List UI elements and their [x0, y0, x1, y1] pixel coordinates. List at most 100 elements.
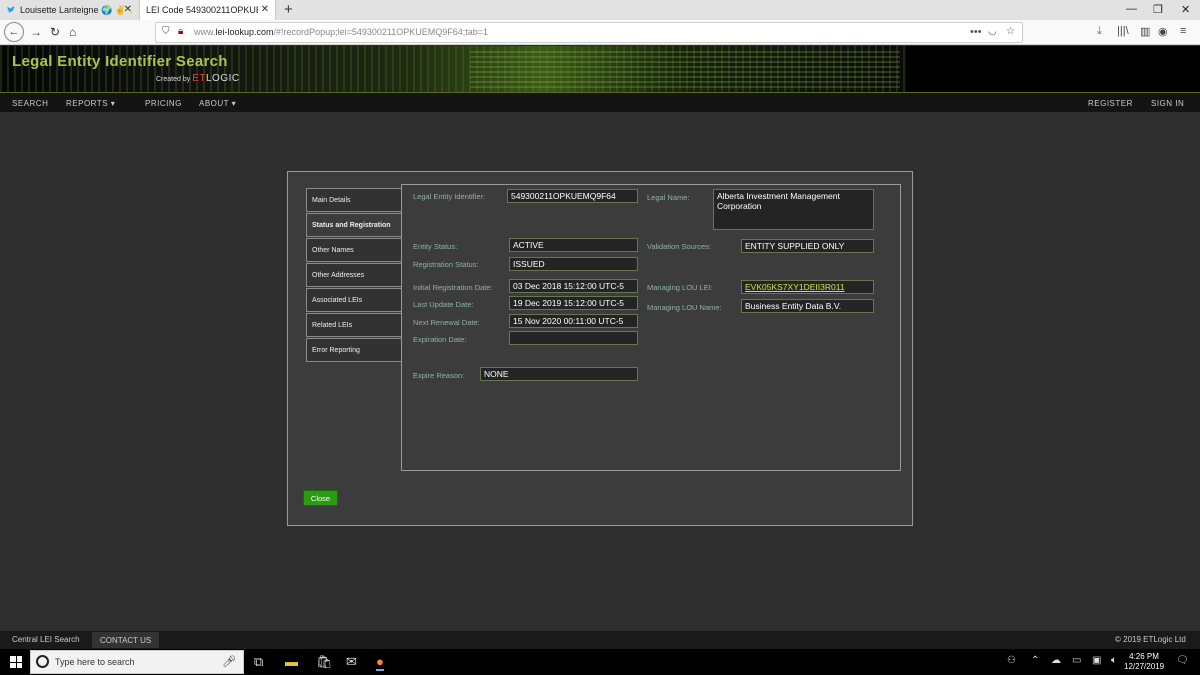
network-icon[interactable]: ▣ [1092, 655, 1101, 666]
close-icon[interactable]: ✕ [124, 4, 132, 15]
url-text: www.lei-lookup.com/#!recordPopup;lei=549… [194, 27, 489, 37]
site-creator: Created by ETLOGIC [156, 73, 240, 84]
status-registration-panel: Legal Entity Identifier: 549300211OPKUEM… [401, 184, 901, 471]
initial-registration-label: Initial Registration Date: [413, 283, 493, 292]
last-update-label: Last Update Date: [413, 300, 474, 309]
tray-chevron-up-icon[interactable]: ⌃ [1031, 655, 1039, 666]
taskbar-search-placeholder: Type here to search [55, 657, 135, 667]
validation-sources-label: Validation Sources: [647, 242, 712, 251]
nav-reports[interactable]: REPORTS ▾ [66, 99, 115, 108]
new-tab-icon[interactable]: + [284, 1, 293, 18]
more-icon[interactable]: ••• [970, 26, 982, 38]
browser-tab-bar: Louisette Lanteigne 🌍 ✌ ✨ 🍃 ♥ ✕ LEI Code… [0, 0, 1200, 20]
entity-status-field: ACTIVE [509, 238, 638, 252]
insecure-lock-icon[interactable]: 🔒︎ [178, 26, 183, 37]
tab-other-addresses[interactable]: Other Addresses [306, 263, 402, 287]
nav-about[interactable]: ABOUT ▾ [199, 99, 236, 108]
header-banner-graphic [470, 50, 900, 88]
initial-registration-field: 03 Dec 2018 15:12:00 UTC-5 [509, 279, 638, 293]
expire-reason-field: NONE [480, 367, 638, 381]
browser-toolbar: ← → ↻ ⌂ ⛉ 🔒︎ www.lei-lookup.com/#!record… [0, 20, 1200, 45]
legal-name-label: Legal Name: [647, 193, 690, 202]
expiration-date-field [509, 331, 638, 345]
tab-related-leis[interactable]: Related LEIs [306, 313, 402, 337]
lei-field: 549300211OPKUEMQ9F64 [507, 189, 638, 203]
footer-central-lei-search[interactable]: Central LEI Search [12, 635, 80, 644]
tab-associated-leis[interactable]: Associated LEIs [306, 288, 402, 312]
managing-lou-name-field: Business Entity Data B.V. [741, 299, 874, 313]
expiration-date-label: Expiration Date: [413, 335, 467, 344]
nav-register[interactable]: REGISTER [1088, 99, 1133, 108]
managing-lou-lei-link[interactable]: EVK05KS7XY1DEII3R011 [745, 282, 845, 292]
close-button[interactable]: Close [303, 490, 338, 506]
expire-reason-label: Expire Reason: [413, 371, 465, 380]
microphone-icon[interactable]: 🎤︎ [222, 655, 236, 668]
nav-pricing[interactable]: PRICING [145, 99, 182, 108]
next-renewal-label: Next Renewal Date: [413, 318, 480, 327]
managing-lou-lei-field: EVK05KS7XY1DEII3R011 [741, 280, 874, 294]
browser-tab-active[interactable]: LEI Code 549300211OPKUEMQ9F64 ✕ [139, 0, 276, 20]
footer-copyright: © 2019 ETLogic Ltd [1115, 635, 1186, 644]
managing-lou-lei-label: Managing LOU LEI: [647, 283, 713, 292]
tab-main-details[interactable]: Main Details [306, 188, 402, 212]
window-close-icon[interactable]: ✕ [1181, 3, 1190, 16]
etlogic-logo: ETLOGIC [192, 73, 240, 84]
site-header: Legal Entity Identifier Search Created b… [0, 46, 1200, 92]
sidebar-icon[interactable]: ▥ [1140, 25, 1150, 38]
pocket-icon[interactable]: ◡ [988, 26, 997, 37]
back-icon[interactable]: ← [4, 22, 24, 42]
bookmark-star-icon[interactable]: ☆ [1006, 26, 1015, 37]
store-icon[interactable]: 🛍︎ [316, 654, 333, 670]
registration-status-label: Registration Status: [413, 260, 479, 269]
site-title[interactable]: Legal Entity Identifier Search [12, 53, 228, 70]
managing-lou-name-label: Managing LOU Name: [647, 303, 722, 312]
firefox-icon[interactable]: ● [376, 654, 384, 671]
taskbar-clock[interactable]: 4:26 PM 12/27/2019 [1124, 652, 1164, 672]
battery-icon[interactable]: ▭ [1072, 655, 1081, 666]
home-icon[interactable]: ⌂ [69, 25, 76, 39]
taskbar-search[interactable]: Type here to search 🎤︎ [30, 650, 244, 674]
volume-icon[interactable]: 🔈︎ [1111, 655, 1117, 666]
site-footer: Central LEI Search CONTACT US © 2019 ETL… [0, 631, 1200, 649]
cloud-icon[interactable]: ☁ [1051, 655, 1061, 666]
nav-search[interactable]: SEARCH [12, 99, 48, 108]
address-bar[interactable]: ⛉ 🔒︎ www.lei-lookup.com/#!recordPopup;le… [155, 22, 1023, 43]
tab-title: LEI Code 549300211OPKUEMQ9F64 [146, 5, 258, 15]
next-renewal-field: 15 Nov 2020 00:11:00 UTC-5 [509, 314, 638, 328]
validation-sources-field: ENTITY SUPPLIED ONLY [741, 239, 874, 253]
download-icon[interactable]: ⤓ [1097, 25, 1102, 38]
restore-icon[interactable]: ❐ [1153, 3, 1163, 16]
forward-icon[interactable]: → [30, 25, 42, 39]
account-icon[interactable]: ◉ [1158, 25, 1168, 38]
close-icon[interactable]: ✕ [261, 4, 269, 15]
task-view-icon[interactable]: ⧉ [254, 654, 263, 670]
minimize-icon[interactable]: — [1126, 3, 1137, 15]
menu-icon[interactable]: ≡ [1180, 25, 1186, 37]
tab-error-reporting[interactable]: Error Reporting [306, 338, 402, 362]
nav-sign-in[interactable]: SIGN IN [1151, 99, 1184, 108]
legal-name-field: Alberta Investment Management Corporatio… [713, 189, 874, 230]
entity-status-label: Entity Status: [413, 242, 458, 251]
lei-record-modal: Main Details Status and Registration Oth… [287, 171, 913, 526]
caret-down-icon: ▾ [231, 99, 237, 108]
twitter-icon [7, 6, 15, 13]
shield-icon[interactable]: ⛉ [162, 26, 170, 37]
library-icon[interactable]: |||\ [1117, 25, 1129, 37]
tab-status-and-registration[interactable]: Status and Registration [306, 213, 403, 237]
browser-tab[interactable]: Louisette Lanteigne 🌍 ✌ ✨ 🍃 ♥ ✕ [0, 0, 138, 20]
tab-title: Louisette Lanteigne 🌍 ✌ ✨ 🍃 ♥ [20, 4, 132, 15]
mail-icon[interactable]: ✉ [346, 654, 357, 670]
cortana-icon [36, 655, 49, 668]
windows-taskbar: Type here to search 🎤︎ ⧉ ▬ 🛍︎ ✉ ● ⚇ ⌃ ☁ … [0, 649, 1200, 675]
registration-status-field: ISSUED [509, 257, 638, 271]
file-explorer-icon[interactable]: ▬ [285, 654, 298, 669]
footer-contact-us[interactable]: CONTACT US [92, 632, 160, 648]
people-icon[interactable]: ⚇ [1007, 655, 1016, 666]
tab-other-names[interactable]: Other Names [306, 238, 402, 262]
reload-icon[interactable]: ↻ [50, 25, 60, 39]
notification-icon[interactable]: 🗨︎ [1176, 655, 1189, 666]
last-update-field: 19 Dec 2019 15:12:00 UTC-5 [509, 296, 638, 310]
lei-label: Legal Entity Identifier: [413, 192, 486, 201]
site-nav: SEARCH REPORTS ▾ PRICING ABOUT ▾ REGISTE… [0, 92, 1200, 112]
windows-start-icon[interactable] [10, 656, 22, 668]
